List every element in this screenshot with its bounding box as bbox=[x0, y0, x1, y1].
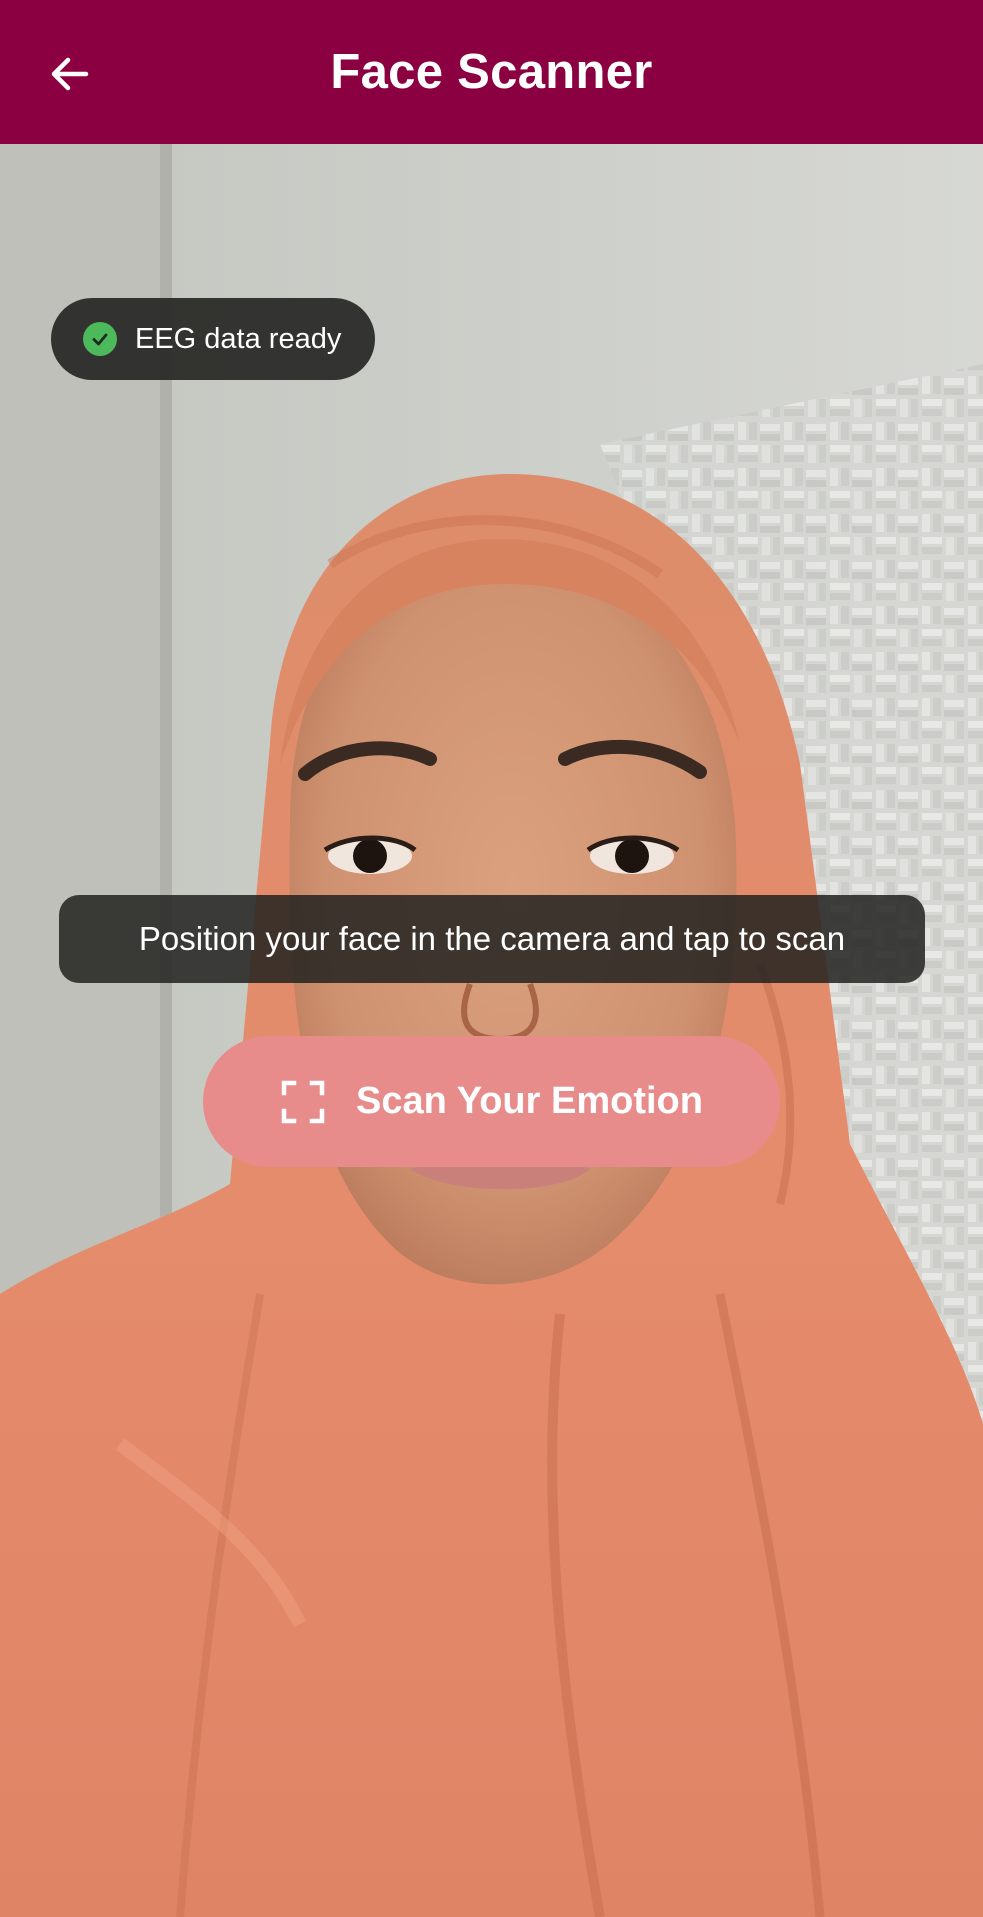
face-scanner-screen: Face Scanner EEG data ready Position you… bbox=[0, 0, 983, 1917]
instruction-text: Position your face in the camera and tap… bbox=[138, 920, 846, 957]
app-bar: Face Scanner bbox=[0, 0, 983, 144]
camera-feed-image bbox=[0, 144, 983, 1917]
scan-frame-icon bbox=[281, 1080, 325, 1123]
arrow-left-icon bbox=[51, 57, 89, 91]
page-title: Face Scanner bbox=[330, 45, 653, 99]
scan-emotion-label: Scan Your Emotion bbox=[356, 1080, 703, 1122]
eeg-status-label: EEG data ready bbox=[135, 322, 342, 355]
scan-emotion-button[interactable]: Scan Your Emotion bbox=[203, 1036, 780, 1167]
back-button[interactable] bbox=[32, 36, 108, 112]
check-circle-icon bbox=[83, 322, 117, 356]
camera-preview[interactable] bbox=[0, 144, 983, 1917]
instruction-banner: Position your face in the camera and tap… bbox=[59, 895, 925, 983]
eeg-status-badge: EEG data ready bbox=[51, 298, 376, 380]
